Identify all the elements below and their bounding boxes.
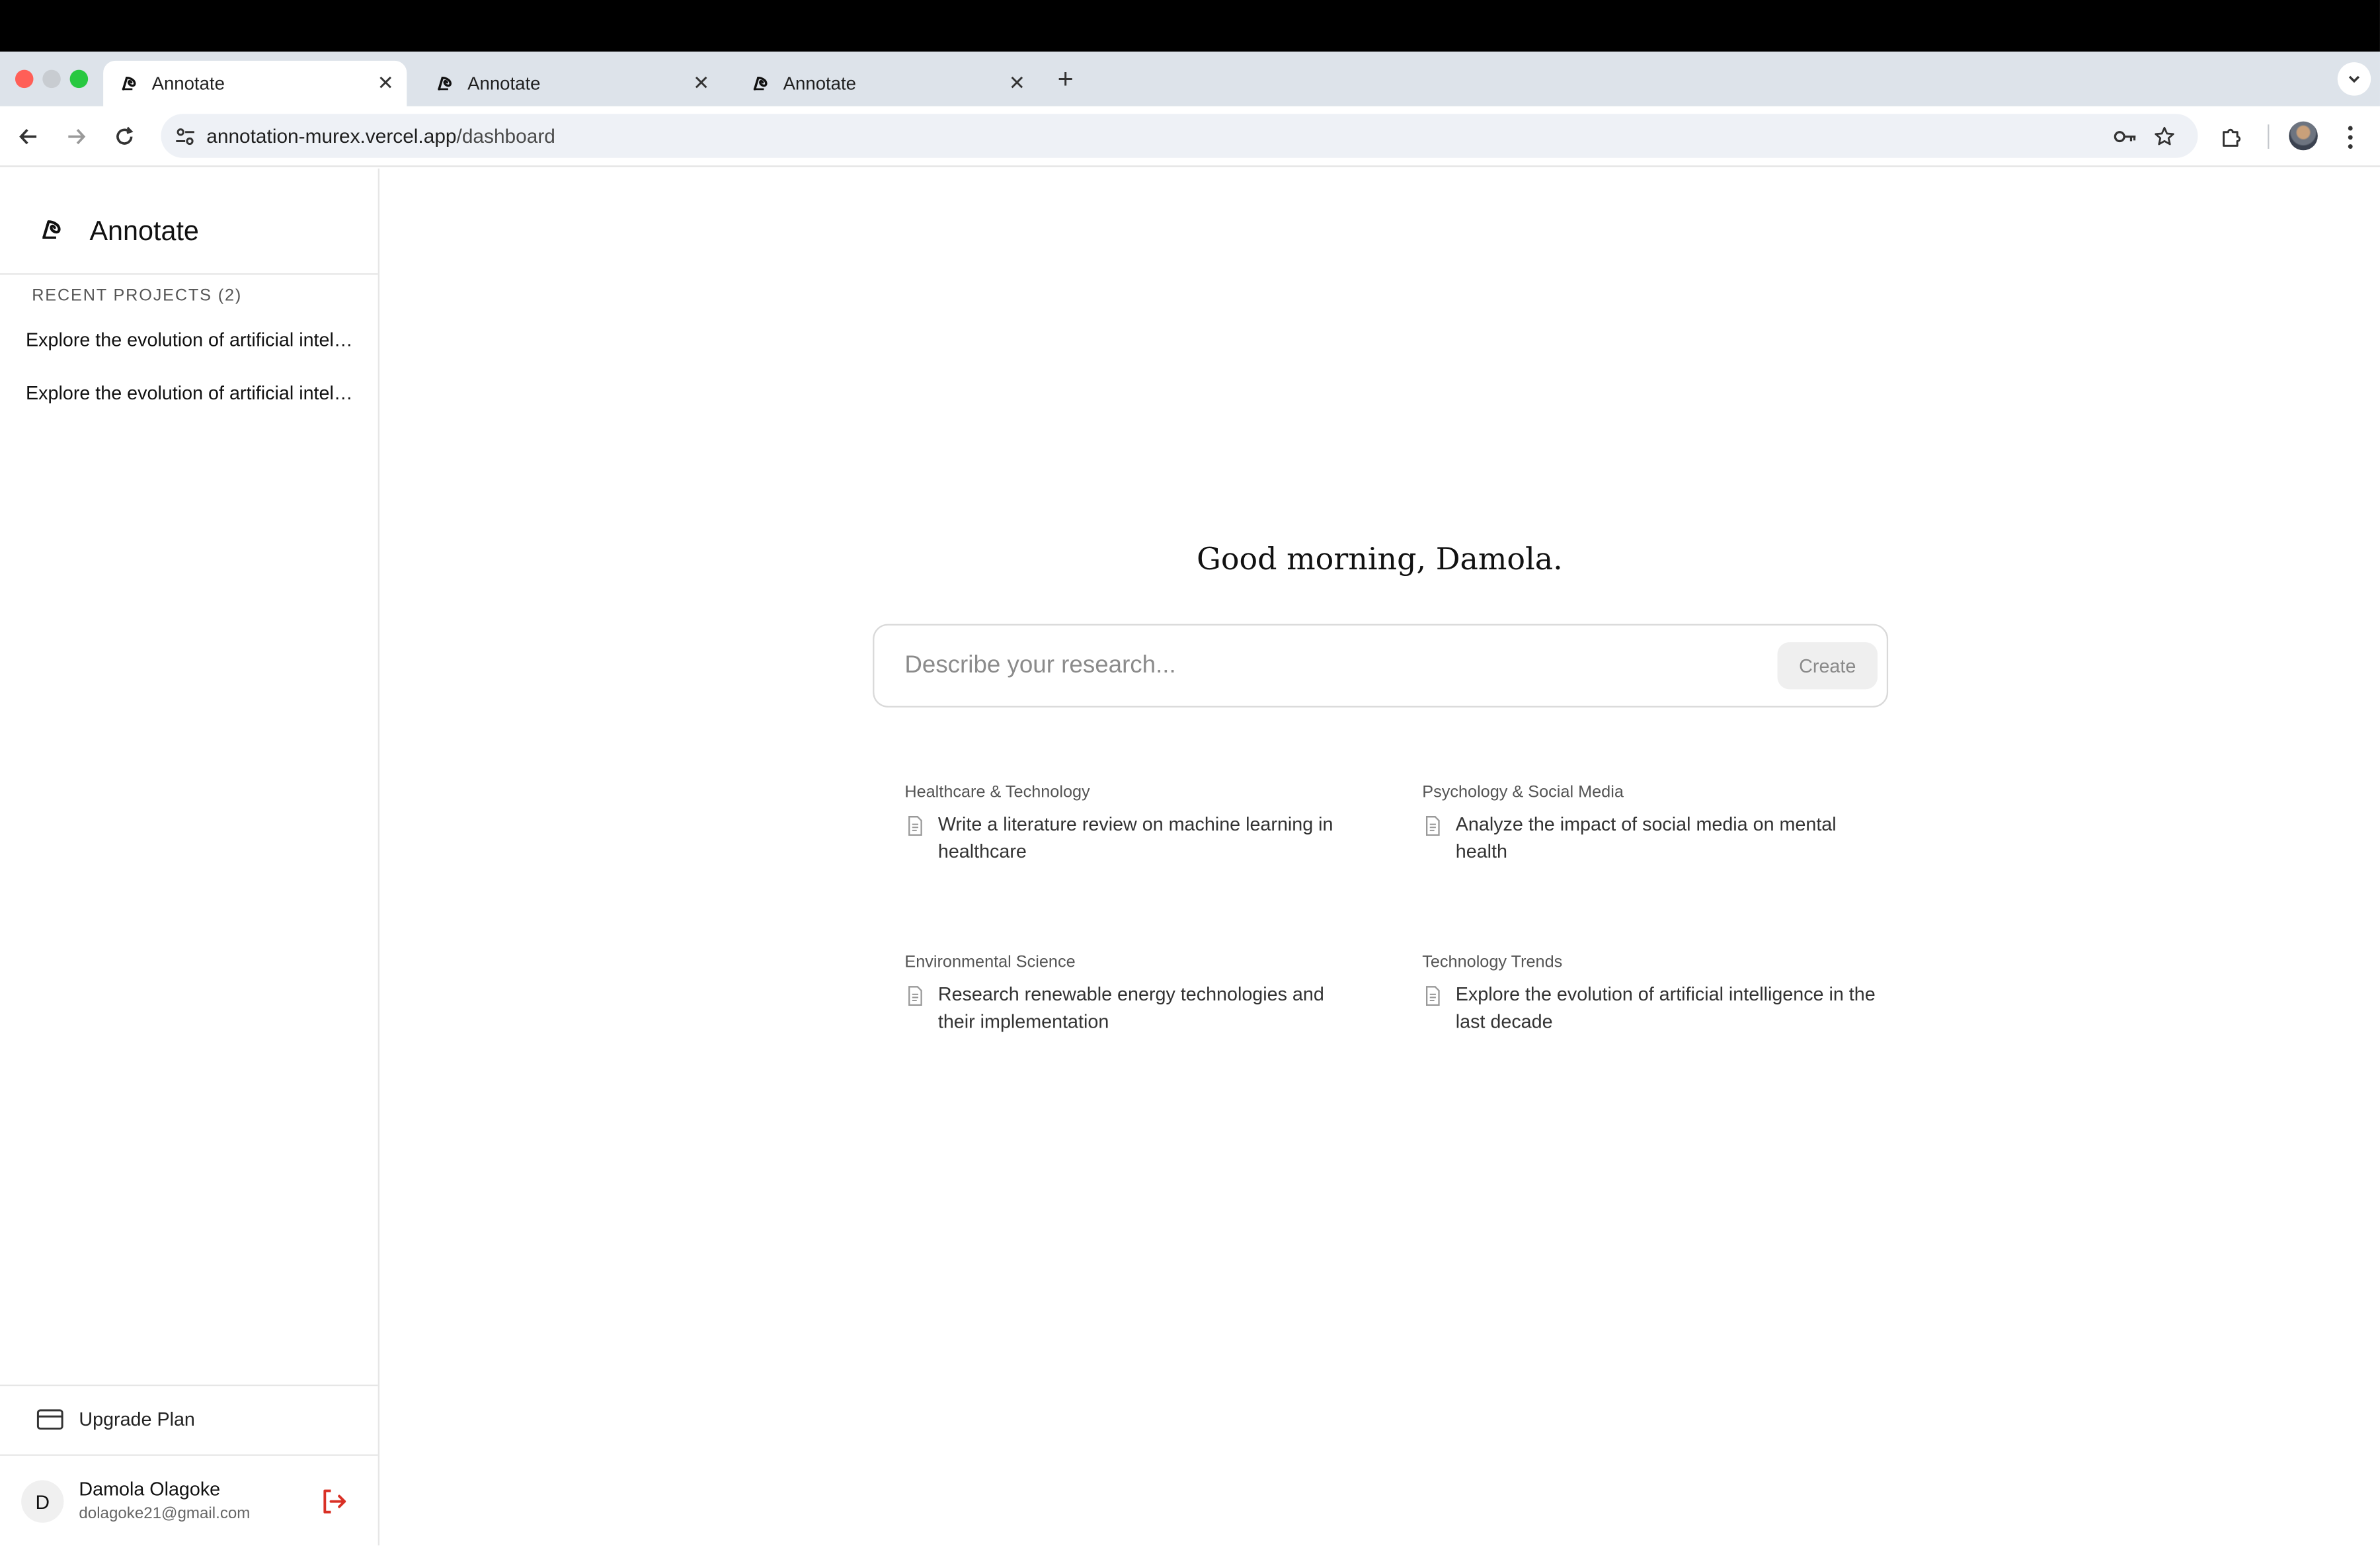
document-icon <box>908 986 922 1006</box>
upgrade-plan-label: Upgrade Plan <box>79 1408 195 1430</box>
document-icon <box>1425 816 1440 836</box>
extensions-puzzle-icon[interactable] <box>2216 122 2246 152</box>
suggestion-card[interactable]: Technology Trends Explore the evolution … <box>1422 954 1878 1036</box>
site-settings-icon[interactable] <box>170 122 200 152</box>
tab-search-chevron-icon[interactable] <box>2337 62 2371 96</box>
profile-avatar[interactable] <box>2289 121 2318 151</box>
annotate-favicon-icon <box>118 73 139 94</box>
annotate-logo-icon <box>42 220 61 239</box>
browser-tab-1[interactable]: Annotate ✕ <box>103 60 407 106</box>
suggestion-category: Technology Trends <box>1422 953 1563 972</box>
toolbar-divider <box>2268 124 2270 149</box>
suggestion-item[interactable]: Research renewable energy technologies a… <box>904 982 1360 1035</box>
window-minimize-button[interactable] <box>42 69 61 89</box>
annotate-favicon-icon <box>750 73 771 94</box>
suggestion-card[interactable]: Environmental Science Research renewable… <box>904 954 1360 1036</box>
sidebar: Annotate RECENT PROJECTS (2) Explore the… <box>0 168 379 1546</box>
address-bar[interactable]: annotation-murex.vercel.app/dashboard <box>161 114 2198 158</box>
user-profile: D Damola Olagoke dolagoke21@gmail.com <box>0 1456 378 1545</box>
bookmark-star-icon[interactable] <box>2149 122 2180 152</box>
document-icon <box>1425 986 1440 1006</box>
browser-tab-3[interactable]: Annotate ✕ <box>734 61 1038 106</box>
tab-title: Annotate <box>467 73 541 95</box>
suggestion-category: Psychology & Social Media <box>1422 783 1624 802</box>
forward-arrow-icon[interactable] <box>61 122 91 152</box>
suggestion-text: Research renewable energy technologies a… <box>937 983 1324 1032</box>
suggestion-card[interactable]: Healthcare & Technology Write a literatu… <box>904 784 1360 866</box>
url-path: /dashboard <box>456 124 555 147</box>
url-text: annotation-murex.vercel.app/dashboard <box>206 124 555 147</box>
close-tab-icon[interactable]: ✕ <box>689 71 713 96</box>
greeting-heading: Good morning, Damola. <box>1197 540 1563 577</box>
upgrade-plan-button[interactable]: Upgrade Plan <box>0 1386 378 1453</box>
recent-project-item[interactable]: Explore the evolution of artificial inte… <box>26 383 357 404</box>
suggestion-category: Environmental Science <box>904 953 1076 972</box>
suggestion-text: Analyze the impact of social media on me… <box>1455 813 1837 862</box>
recent-projects-header: RECENT PROJECTS (2) <box>32 286 243 305</box>
logout-icon[interactable] <box>319 1486 349 1517</box>
brand-name: Annotate <box>89 216 199 246</box>
new-tab-plus-icon[interactable]: + <box>1051 63 1081 94</box>
document-icon <box>908 816 922 836</box>
reload-icon[interactable] <box>109 122 139 152</box>
credit-card-icon <box>36 1409 63 1430</box>
browser-toolbar: annotation-murex.vercel.app/dashboard <box>0 106 2380 167</box>
suggestion-item[interactable]: Analyze the impact of social media on me… <box>1422 812 1878 865</box>
user-email: dolagoke21@gmail.com <box>79 1504 251 1523</box>
back-arrow-icon[interactable] <box>14 122 44 152</box>
suggestion-text: Explore the evolution of artificial inte… <box>1455 983 1876 1032</box>
close-tab-icon[interactable]: ✕ <box>374 71 398 96</box>
browser-tab-2[interactable]: Annotate ✕ <box>419 61 723 106</box>
url-host: annotation-murex.vercel.app <box>206 124 457 147</box>
tab-strip: Annotate ✕ Annotate ✕ Annotate ✕ <box>0 52 2380 142</box>
research-description-input[interactable] <box>904 647 1755 686</box>
annotate-favicon-icon <box>434 73 456 94</box>
top-black-bar <box>0 0 2380 52</box>
suggestion-category: Healthcare & Technology <box>904 783 1090 802</box>
create-button[interactable]: Create <box>1777 642 1878 690</box>
recent-project-item[interactable]: Explore the evolution of artificial inte… <box>26 329 357 350</box>
suggestion-item[interactable]: Write a literature review on machine lea… <box>904 812 1360 865</box>
browser-menu-icon[interactable] <box>2338 122 2362 152</box>
tab-title: Annotate <box>151 73 225 95</box>
window-maximize-button[interactable] <box>69 69 89 89</box>
user-name: Damola Olagoke <box>79 1479 221 1500</box>
suggestion-card[interactable]: Psychology & Social Media Analyze the im… <box>1422 784 1878 866</box>
sidebar-brand[interactable]: Annotate <box>0 169 378 275</box>
suggestion-item[interactable]: Explore the evolution of artificial inte… <box>1422 982 1878 1035</box>
tab-title: Annotate <box>783 73 856 95</box>
window-close-button[interactable] <box>15 69 34 89</box>
research-input-box: Create <box>873 624 1889 708</box>
suggestion-text: Write a literature review on machine lea… <box>937 813 1333 862</box>
password-key-icon[interactable] <box>2110 122 2140 152</box>
user-avatar: D <box>21 1480 64 1523</box>
close-tab-icon[interactable]: ✕ <box>1005 71 1029 96</box>
